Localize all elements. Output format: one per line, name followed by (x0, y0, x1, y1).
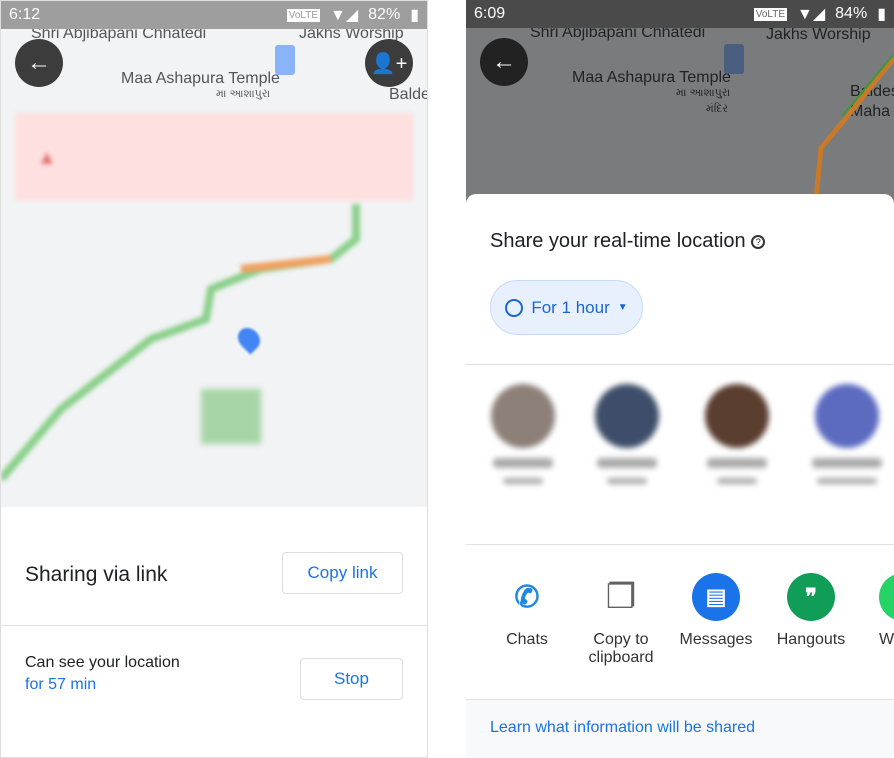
sharing-sheet: Sharing via link Copy link Can see your … (1, 507, 427, 757)
left-screen: 6:12 VoLTE ▼◢ 82% ▮ Shri Abjibapani Chha… (0, 0, 428, 758)
messages-icon: ▤ (692, 573, 740, 621)
contact-suggestion[interactable] (702, 384, 772, 484)
whatsapp-icon (879, 573, 894, 621)
can-see-label: Can see your location (25, 654, 180, 671)
app-whatsapp[interactable]: W (861, 573, 894, 649)
map[interactable]: Shri Abjibapani Chhatedi Jakhs Worship M… (1, 25, 427, 507)
signal-icon: ▼◢ (330, 7, 359, 24)
back-button[interactable]: ← (15, 39, 63, 87)
copy-link-button[interactable]: Copy link (282, 552, 403, 594)
messenger-icon: ✆ (503, 573, 551, 621)
contact-suggestion[interactable] (488, 384, 558, 484)
app-chats[interactable]: ✆ Chats (482, 573, 572, 649)
contact-suggestion[interactable] (592, 384, 662, 484)
app-hangouts[interactable]: ❞ Hangouts (766, 573, 856, 649)
app-copy-to-clipboard[interactable]: ❐ Copy to clipboard (576, 573, 666, 667)
battery-level: 84% (835, 5, 868, 22)
dropdown-arrow-icon: ▼ (617, 302, 628, 313)
map[interactable]: Shri Abjibapani Chhatedi Jakhs Worship M… (466, 24, 894, 208)
signal-icon: ▼◢ (797, 6, 826, 23)
back-button[interactable]: ← (480, 38, 528, 86)
duration-link[interactable]: for 57 min (25, 676, 96, 694)
stop-button[interactable]: Stop (300, 658, 403, 700)
volte-badge: VoLTE (753, 7, 788, 21)
app-messages[interactable]: ▤ Messages (671, 573, 761, 649)
right-screen: 6:09 VoLTE ▼◢ 84% ▮ Shri Abjibapani Chha… (466, 0, 894, 758)
status-bar: 6:09 VoLTE ▼◢ 84% ▮ (466, 0, 894, 28)
clock-icon (505, 298, 524, 317)
copy-icon: ❐ (597, 573, 645, 621)
clock: 6:09 (474, 5, 506, 22)
clock: 6:12 (9, 6, 41, 23)
share-title: Share your real-time location ? (490, 230, 766, 253)
duration-dropdown[interactable]: For 1 hour ▼ (490, 280, 643, 335)
learn-more-link[interactable]: Learn what information will be shared (490, 719, 755, 737)
battery-icon: ▮ (410, 7, 419, 24)
duration-label: For 1 hour (531, 297, 610, 317)
add-person-button[interactable]: 👤+ (365, 39, 413, 87)
volte-badge: VoLTE (286, 8, 321, 22)
contact-suggestion[interactable] (812, 384, 882, 484)
battery-icon: ▮ (877, 6, 886, 23)
sharing-via-link-label: Sharing via link (25, 563, 168, 586)
status-bar: 6:12 VoLTE ▼◢ 82% ▮ (1, 1, 427, 29)
hangouts-icon: ❞ (787, 573, 835, 621)
battery-level: 82% (368, 6, 401, 23)
help-icon[interactable]: ? (751, 234, 766, 249)
route-line (813, 53, 894, 199)
